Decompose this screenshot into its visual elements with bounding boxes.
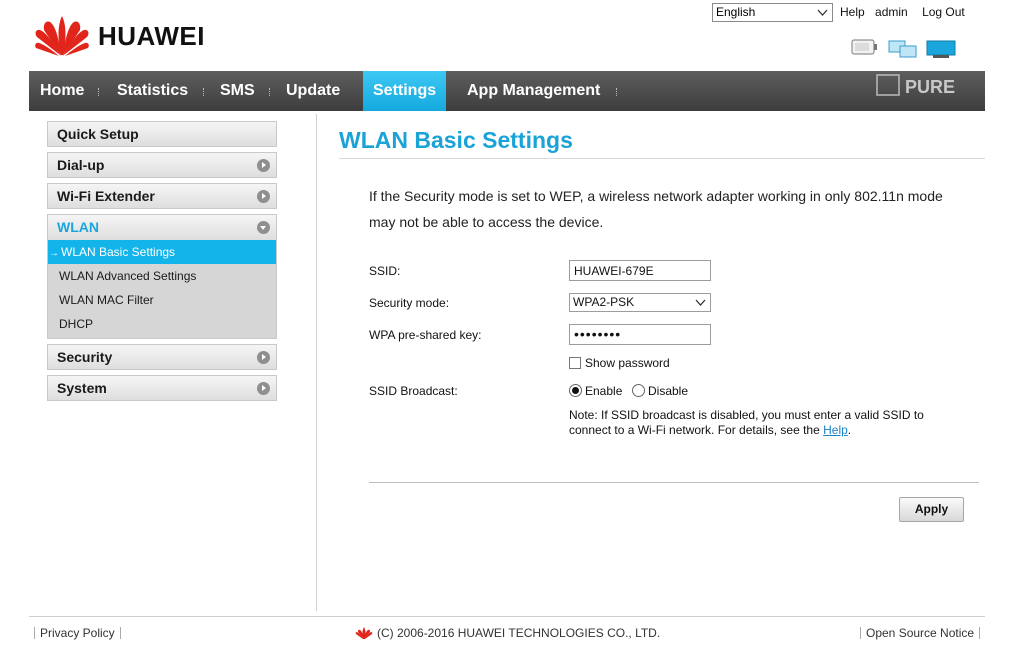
nav-statistics[interactable]: Statistics — [117, 71, 188, 111]
security-mode-label: Security mode: — [369, 296, 450, 310]
sidebar-subitem-wlan-mac-filter[interactable]: WLAN MAC Filter — [48, 288, 276, 312]
sidebar-item-wlan[interactable]: WLAN — [47, 214, 277, 240]
footer-separator — [120, 627, 121, 639]
network-status-icon — [926, 40, 956, 58]
note-text: Note: If SSID broadcast is disabled, you… — [569, 408, 924, 437]
user-name: admin — [875, 5, 908, 19]
footer-separator — [860, 627, 861, 639]
security-mode-value: WPA2-PSK — [573, 295, 635, 309]
language-select[interactable]: English — [712, 3, 833, 22]
logout-link[interactable]: Log Out — [922, 5, 965, 19]
sidebar-subitem-wlan-basic-settings[interactable]: → WLAN Basic Settings — [48, 240, 276, 264]
sidebar: Quick Setup Dial-up Wi-Fi Extender WLAN … — [47, 121, 277, 406]
wifi-clients-icon — [888, 40, 917, 58]
footer-separator — [979, 627, 980, 639]
nav-separator — [269, 88, 271, 96]
sidebar-item-quick-setup[interactable]: Quick Setup — [47, 121, 277, 147]
psk-label: WPA pre-shared key: — [369, 328, 482, 342]
nav-settings[interactable]: Settings — [363, 71, 447, 111]
language-value: English — [716, 5, 756, 19]
page-title: WLAN Basic Settings — [339, 127, 573, 153]
privacy-policy-link[interactable]: Privacy Policy — [40, 626, 115, 640]
sidebar-item-system[interactable]: System — [47, 375, 277, 401]
nav-app-management[interactable]: App Management — [467, 71, 600, 111]
info-line: If the Security mode is set to WEP, a wi… — [369, 188, 943, 204]
chevron-down-icon — [695, 299, 706, 306]
arrow-right-icon: → — [49, 248, 59, 259]
title-divider — [339, 158, 985, 159]
chevron-right-icon — [257, 159, 270, 172]
broadcast-enable-radio[interactable] — [569, 384, 582, 397]
sidebar-item-label: Dial-up — [57, 157, 105, 173]
apply-button[interactable]: Apply — [899, 497, 964, 522]
broadcast-note: Note: If SSID broadcast is disabled, you… — [569, 408, 949, 438]
status-icons — [851, 38, 959, 60]
sidebar-item-label: System — [57, 380, 107, 396]
copyright-text: (C) 2006-2016 HUAWEI TECHNOLOGIES CO., L… — [377, 626, 661, 640]
nav-sms[interactable]: SMS — [220, 71, 255, 111]
sidebar-item-label: Quick Setup — [57, 126, 139, 142]
chevron-right-icon — [257, 382, 270, 395]
sidebar-item-wifi-extender[interactable]: Wi-Fi Extender — [47, 183, 277, 209]
footer-separator — [34, 627, 35, 639]
huawei-flower-icon — [35, 16, 89, 56]
wep-info-text: If the Security mode is set to WEP, a wi… — [369, 183, 969, 235]
sidebar-item-label: Wi-Fi Extender — [57, 188, 155, 204]
broadcast-disable-radio[interactable] — [632, 384, 645, 397]
wlan-submenu: → WLAN Basic Settings WLAN Advanced Setti… — [47, 240, 277, 339]
nav-update[interactable]: Update — [286, 71, 340, 111]
huawei-small-logo-icon — [355, 626, 373, 639]
sidebar-item-security[interactable]: Security — [47, 344, 277, 370]
help-link[interactable]: Help — [840, 5, 865, 19]
chevron-down-icon — [817, 9, 828, 16]
help-link-inline[interactable]: Help — [823, 423, 848, 437]
main-nav: Home Statistics SMS Update Settings App … — [29, 71, 985, 111]
footer-divider — [29, 616, 985, 617]
top-links: Help admin Log Out — [840, 5, 972, 19]
sidebar-item-dial-up[interactable]: Dial-up — [47, 152, 277, 178]
show-password-checkbox[interactable] — [569, 357, 581, 369]
broadcast-enable-label: Enable — [585, 384, 623, 398]
psk-input[interactable]: •••••••• — [569, 324, 711, 345]
content-divider — [316, 114, 317, 611]
ssid-input[interactable] — [569, 260, 711, 281]
huawei-logo: HUAWEI — [34, 14, 205, 58]
sidebar-subitem-label: WLAN Basic Settings — [61, 245, 176, 259]
ssid-broadcast-label: SSID Broadcast: — [369, 384, 458, 398]
note-end: . — [847, 423, 852, 437]
svg-text:PURE: PURE — [905, 77, 955, 97]
ssid-label: SSID: — [369, 264, 401, 278]
purepc-watermark-icon: PURE — [876, 74, 955, 97]
security-mode-select[interactable]: WPA2-PSK — [569, 293, 711, 312]
sidebar-item-label: Security — [57, 349, 113, 365]
chevron-down-icon — [257, 221, 270, 234]
chevron-right-icon — [257, 190, 270, 203]
watermark-logo: PURE — [869, 73, 979, 109]
info-line: may not be able to access the device. — [369, 214, 604, 230]
open-source-notice-link[interactable]: Open Source Notice — [866, 626, 974, 640]
sidebar-item-label: WLAN — [57, 219, 99, 235]
sidebar-subitem-dhcp[interactable]: DHCP — [48, 312, 276, 336]
nav-separator — [616, 88, 618, 96]
sim-card-icon — [851, 39, 877, 55]
brand-name: HUAWEI — [98, 20, 205, 51]
nav-home[interactable]: Home — [40, 71, 84, 111]
header: HUAWEI English Help admin Log Out — [0, 0, 1015, 70]
chevron-right-icon — [257, 351, 270, 364]
sidebar-subitem-wlan-advanced-settings[interactable]: WLAN Advanced Settings — [48, 264, 276, 288]
form-divider — [369, 482, 979, 483]
copyright: (C) 2006-2016 HUAWEI TECHNOLOGIES CO., L… — [355, 626, 660, 640]
broadcast-disable-label: Disable — [648, 384, 689, 398]
nav-separator — [98, 88, 100, 96]
show-password-label: Show password — [585, 356, 670, 370]
nav-separator — [203, 88, 205, 96]
